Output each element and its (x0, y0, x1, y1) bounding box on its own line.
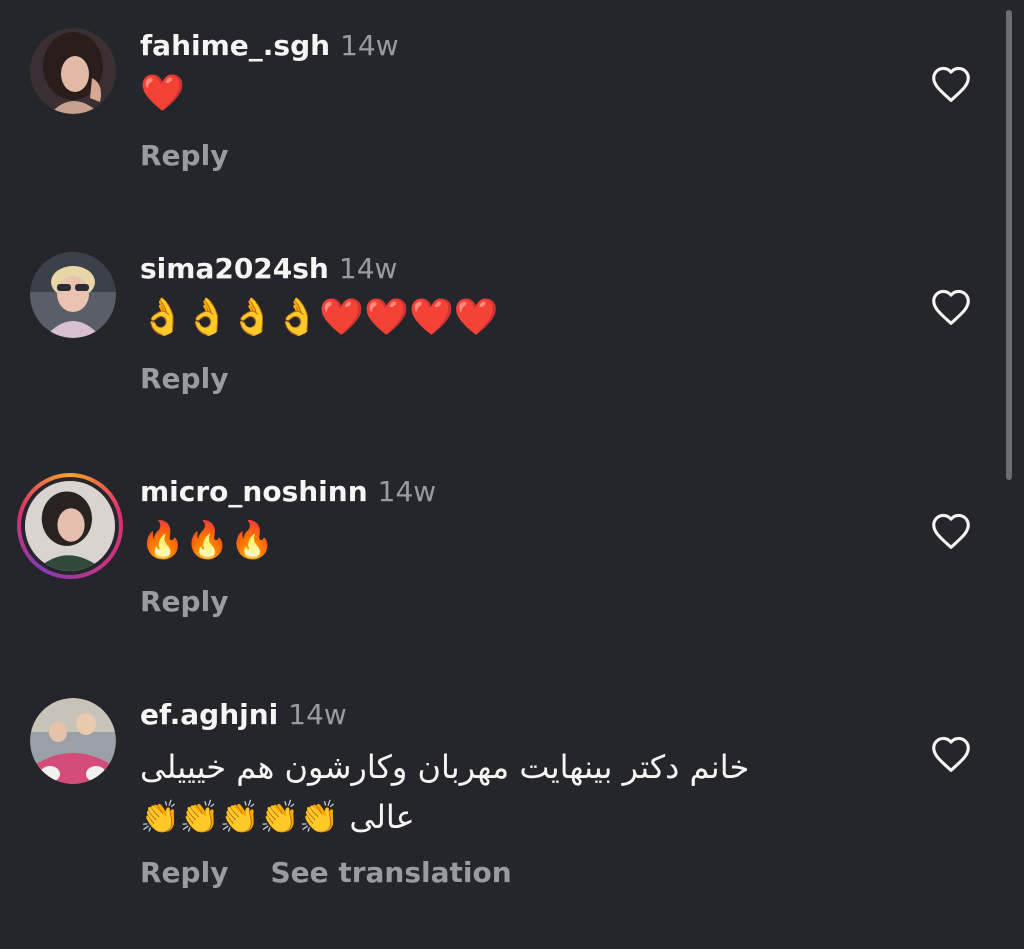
like-button[interactable] (930, 288, 972, 326)
like-button[interactable] (930, 65, 972, 103)
avatar-image (30, 252, 116, 338)
avatar-story-ring[interactable] (17, 473, 123, 579)
username[interactable]: fahime_.sgh (140, 29, 330, 62)
comment-actions: Reply See translation (140, 857, 512, 889)
avatar[interactable] (30, 28, 116, 114)
see-translation-button[interactable]: See translation (270, 856, 511, 889)
reply-button[interactable]: Reply (140, 362, 228, 395)
username[interactable]: ef.aghjni (140, 698, 278, 731)
comment-text: ❤️ (140, 73, 185, 114)
avatar-image (30, 698, 116, 784)
timestamp: 14w (340, 29, 399, 62)
comment-text: 🔥🔥🔥 (140, 520, 275, 561)
username[interactable]: micro_noshinn (140, 475, 368, 508)
scrollbar[interactable] (1006, 10, 1012, 480)
reply-button[interactable]: Reply (140, 139, 228, 172)
avatar[interactable] (30, 698, 116, 784)
reply-button[interactable]: Reply (140, 856, 228, 889)
comment-meta: fahime_.sgh 14w (140, 30, 399, 62)
comment-meta: ef.aghjni 14w (140, 699, 347, 731)
avatar-image (30, 28, 116, 114)
timestamp: 14w (377, 475, 437, 508)
like-button[interactable] (930, 512, 972, 550)
username[interactable]: sima2024sh (140, 252, 329, 285)
comment-actions: Reply (140, 586, 228, 618)
heart-outline-icon (932, 66, 970, 102)
heart-outline-icon (932, 289, 970, 325)
avatar[interactable] (30, 252, 116, 338)
reply-button[interactable]: Reply (140, 585, 228, 618)
timestamp: 14w (288, 698, 347, 731)
comment-meta: sima2024sh 14w (140, 253, 397, 285)
comment-meta: micro_noshinn 14w (140, 476, 436, 508)
comment-text: 👌👌👌👌❤️❤️❤️❤️ (140, 297, 499, 338)
like-button[interactable] (930, 735, 972, 773)
comment-actions: Reply (140, 140, 228, 172)
avatar-image (21, 477, 119, 575)
heart-outline-icon (932, 736, 970, 772)
timestamp: 14w (338, 252, 398, 285)
comment-text-line-1: خانم دکتر بینهایت مهربان وکارشون هم خییی… (140, 748, 750, 786)
comment-actions: Reply (140, 363, 228, 395)
heart-outline-icon (932, 513, 970, 549)
comments-screen: fahime_.sgh 14w ❤️ Reply sima2024sh 14w … (0, 0, 1024, 949)
comment-text-line-2: عالی 👏👏👏👏👏 (140, 798, 415, 836)
